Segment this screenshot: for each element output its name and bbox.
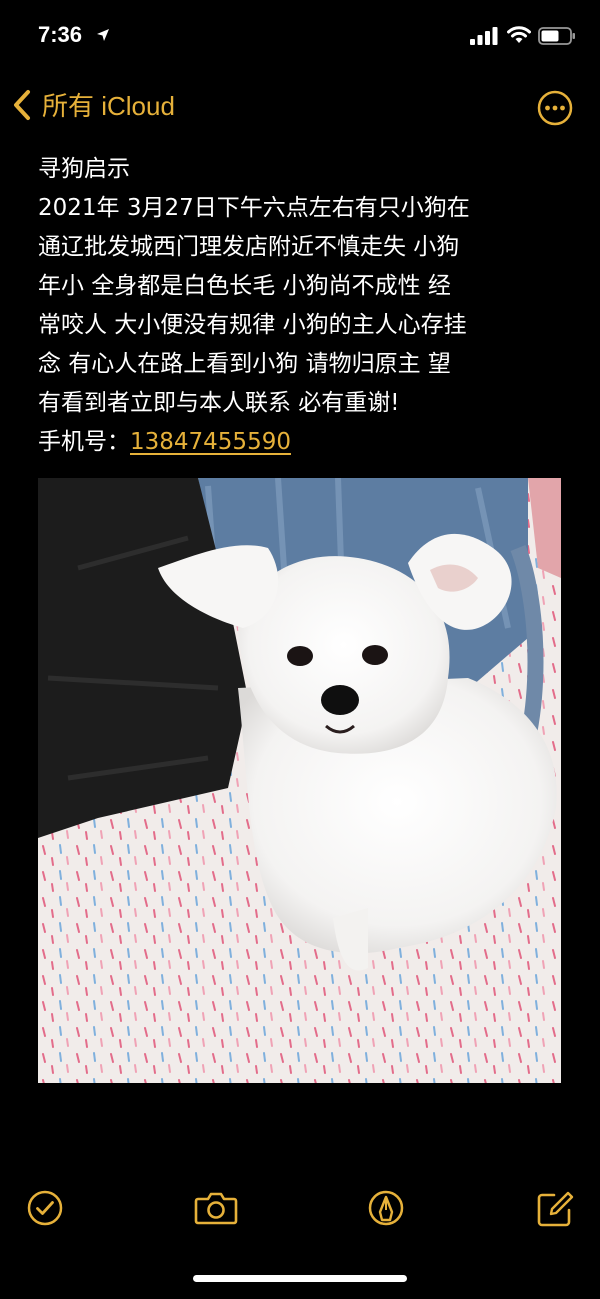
camera-icon[interactable] [194, 1190, 238, 1226]
note-line: 念 有心人在路上看到小狗 请物归原主 望 [38, 351, 451, 377]
status-bar: 7:36 [0, 0, 600, 72]
note-line: 常咬人 大小便没有规律 小狗的主人心存挂 [38, 312, 467, 338]
checklist-icon[interactable] [27, 1190, 63, 1226]
phone-label: 手机号： [38, 429, 130, 455]
compose-icon[interactable] [536, 1190, 574, 1228]
dog-photo-image [38, 478, 561, 1083]
navigation-bar: 所有 iCloud [0, 80, 600, 132]
dog-photo[interactable] [38, 478, 561, 1083]
note-title: 寻狗启示 [38, 156, 130, 182]
battery-icon [538, 27, 575, 45]
location-arrow-icon [97, 29, 109, 41]
phone-number-link[interactable]: 13847455590 [130, 429, 291, 455]
chevron-left-icon [14, 89, 30, 120]
home-indicator[interactable] [193, 1275, 407, 1282]
back-button[interactable]: 所有 iCloud [12, 86, 175, 123]
more-icon[interactable] [537, 90, 573, 126]
note-line: 有看到者立即与本人联系 必有重谢! [38, 390, 400, 416]
markup-icon[interactable] [368, 1190, 404, 1226]
note-body[interactable]: 寻狗启示 2021年 3月27日下午六点左右有只小狗在 通辽批发城西门理发店附近… [38, 150, 568, 462]
phone-line: 手机号：13847455590 [38, 423, 568, 462]
note-line: 年小 全身都是白色长毛 小狗尚不成性 经 [38, 273, 451, 299]
note-line: 2021年 3月27日下午六点左右有只小狗在 [38, 195, 470, 221]
wifi-icon [507, 26, 531, 43]
back-button-label: 所有 iCloud [42, 91, 175, 121]
note-line: 通辽批发城西门理发店附近不慎走失 小狗 [38, 234, 460, 260]
signal-icon [470, 27, 498, 45]
status-time: 7:36 [38, 22, 83, 47]
